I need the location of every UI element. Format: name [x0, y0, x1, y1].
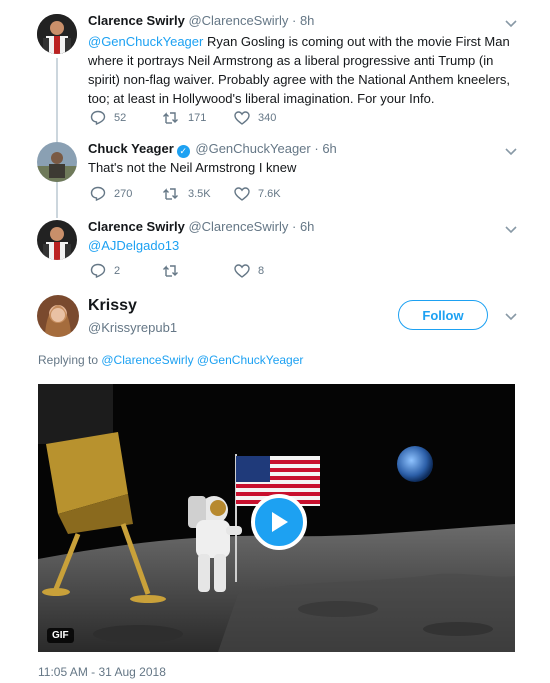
replying-prefix: Replying to: [38, 353, 102, 367]
gif-media[interactable]: GIF: [38, 384, 515, 652]
chevron-down-icon[interactable]: [504, 222, 518, 236]
tweet-time[interactable]: 8h: [300, 13, 314, 28]
user-handle[interactable]: @GenChuckYeager: [195, 141, 310, 156]
reply-count: 270: [114, 187, 133, 200]
retweet-action[interactable]: [162, 264, 234, 278]
retweet-icon[interactable]: [162, 187, 180, 201]
play-button[interactable]: [251, 494, 307, 550]
tweet-text: That's not the Neil Armstrong I knew: [88, 158, 518, 177]
tweet-actions: 2 8: [90, 263, 306, 278]
tweet-header: Clarence Swirly @ClarenceSwirly · 6h: [88, 219, 314, 234]
gif-badge: GIF: [47, 628, 74, 643]
user-handle[interactable]: @Krissyrepub1: [88, 320, 177, 335]
tweet-time[interactable]: 6h: [322, 141, 336, 156]
like-count: 340: [258, 111, 277, 124]
user-handle[interactable]: @ClarenceSwirly: [188, 219, 288, 234]
tweet-header: Clarence Swirly @ClarenceSwirly · 8h: [88, 13, 314, 28]
mention-link[interactable]: @GenChuckYeager: [88, 34, 203, 49]
tweet-text: @GenChuckYeager Ryan Gosling is coming o…: [88, 32, 518, 108]
reply-action[interactable]: 52: [90, 110, 162, 125]
display-name[interactable]: Krissy: [88, 297, 137, 315]
chevron-down-icon[interactable]: [504, 144, 518, 158]
like-action[interactable]: 7.6K: [234, 186, 306, 201]
reply-icon[interactable]: [90, 110, 106, 125]
like-icon[interactable]: [234, 186, 250, 201]
like-action[interactable]: 340: [234, 110, 306, 125]
like-count: 7.6K: [258, 187, 281, 200]
like-count: 8: [258, 264, 265, 277]
tweet-actions: 270 3.5K 7.6K: [90, 186, 306, 201]
tweet-text: @AJDelgado13: [88, 236, 518, 255]
like-icon[interactable]: [234, 263, 250, 278]
separator-dot: ·: [314, 141, 319, 156]
user-handle[interactable]: @ClarenceSwirly: [188, 13, 288, 28]
avatar[interactable]: [37, 295, 79, 337]
display-name[interactable]: Clarence Swirly: [88, 219, 185, 234]
tweet-header: Chuck Yeager ✓ @GenChuckYeager · 6h: [88, 141, 337, 158]
reply-action[interactable]: 270: [90, 186, 162, 201]
tweet-clarence-2[interactable]: Clarence Swirly @ClarenceSwirly · 6h @AJ…: [0, 210, 550, 288]
reply-count: 52: [114, 111, 127, 124]
retweet-count: 3.5K: [188, 187, 211, 200]
verified-icon: ✓: [176, 145, 190, 158]
chevron-down-icon[interactable]: [504, 309, 518, 323]
separator-dot: ·: [291, 219, 297, 234]
tweet-timestamp[interactable]: 11:05 AM - 31 Aug 2018: [38, 665, 166, 679]
tweet-chuck-yeager[interactable]: Chuck Yeager ✓ @GenChuckYeager · 6h That'…: [0, 132, 550, 210]
replying-mentions[interactable]: @ClarenceSwirly @GenChuckYeager: [101, 353, 303, 367]
tweet-actions: 52 171 340: [90, 110, 306, 125]
tweet-clarence-1[interactable]: Clarence Swirly @ClarenceSwirly · 8h @Ge…: [0, 0, 550, 132]
like-icon[interactable]: [234, 110, 250, 125]
reply-action[interactable]: 2: [90, 263, 162, 278]
tweet-body-text: That's not the Neil Armstrong I knew: [88, 160, 297, 175]
retweet-icon[interactable]: [162, 111, 180, 125]
display-name[interactable]: Chuck Yeager: [88, 141, 174, 156]
play-icon[interactable]: [268, 510, 290, 534]
mention-link[interactable]: @AJDelgado13: [88, 238, 179, 253]
retweet-action[interactable]: 171: [162, 111, 234, 125]
avatar[interactable]: [37, 14, 77, 54]
chevron-down-icon[interactable]: [504, 16, 518, 30]
reply-icon[interactable]: [90, 186, 106, 201]
avatar[interactable]: [37, 220, 77, 260]
retweet-icon[interactable]: [162, 264, 180, 278]
separator-dot: ·: [291, 13, 297, 28]
avatar[interactable]: [37, 142, 77, 182]
like-action[interactable]: 8: [234, 263, 306, 278]
display-name[interactable]: Clarence Swirly: [88, 13, 185, 28]
replying-to: Replying to @ClarenceSwirly @GenChuckYea…: [38, 353, 303, 367]
retweet-action[interactable]: 3.5K: [162, 187, 234, 201]
tweet-time[interactable]: 6h: [300, 219, 314, 234]
follow-button[interactable]: Follow: [398, 300, 488, 330]
retweet-count: 171: [188, 111, 207, 124]
reply-icon[interactable]: [90, 263, 106, 278]
reply-count: 2: [114, 264, 121, 277]
